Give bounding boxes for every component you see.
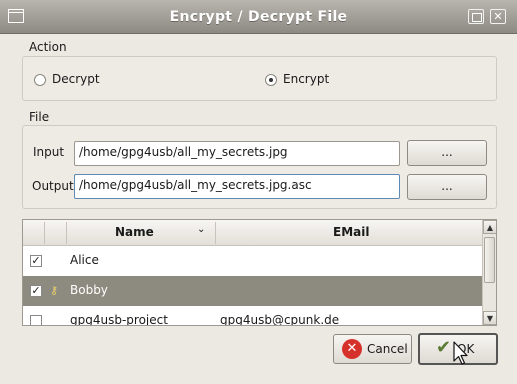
decrypt-label[interactable]: Decrypt bbox=[52, 72, 100, 86]
encrypt-radio[interactable] bbox=[265, 74, 277, 86]
scroll-down-icon[interactable]: ▼ bbox=[483, 311, 496, 325]
close-icon[interactable]: ✕ bbox=[490, 9, 506, 24]
output-label: Output bbox=[32, 179, 74, 193]
column-header-email[interactable]: EMail bbox=[333, 225, 369, 239]
cancel-icon: ✕ bbox=[342, 339, 362, 359]
action-legend: Action bbox=[27, 40, 69, 54]
scroll-up-icon[interactable]: ▲ bbox=[483, 220, 496, 234]
scroll-thumb[interactable] bbox=[484, 237, 495, 283]
key-checkbox[interactable]: ✓ bbox=[30, 255, 42, 267]
file-legend: File bbox=[27, 110, 52, 124]
input-browse-button[interactable]: ... bbox=[407, 140, 487, 166]
key-list[interactable]: Name ⌄ EMail ✓ Alice ✓ ⚷ Bobby gpg4usb-p… bbox=[22, 219, 497, 326]
column-header-name[interactable]: Name bbox=[115, 225, 154, 239]
key-name: gpg4usb-project bbox=[70, 313, 168, 326]
key-row-gpg4usb-project[interactable]: gpg4usb-project gpg4usb@cpunk.de bbox=[23, 306, 482, 326]
ok-check-icon: ✔ bbox=[436, 337, 452, 358]
encrypt-label[interactable]: Encrypt bbox=[283, 72, 329, 86]
maximize-icon[interactable] bbox=[468, 9, 484, 24]
window-title: Encrypt / Decrypt File bbox=[169, 9, 348, 25]
key-name: Alice bbox=[70, 253, 99, 267]
key-checkbox[interactable] bbox=[30, 315, 42, 325]
key-name: Bobby bbox=[70, 283, 108, 297]
input-path-field[interactable]: /home/gpg4usb/all_my_secrets.jpg bbox=[74, 141, 400, 166]
key-email: gpg4usb@cpunk.de bbox=[220, 313, 340, 326]
key-row-bobby[interactable]: ✓ ⚷ Bobby bbox=[23, 276, 482, 306]
cancel-button[interactable]: ✕ Cancel bbox=[333, 334, 412, 364]
output-browse-button[interactable]: ... bbox=[407, 174, 487, 200]
mouse-cursor-icon bbox=[453, 341, 468, 365]
cancel-label: Cancel bbox=[367, 342, 408, 356]
sort-chevron-icon[interactable]: ⌄ bbox=[197, 224, 205, 235]
key-list-header: Name ⌄ EMail bbox=[23, 220, 482, 246]
key-icon: ⚷ bbox=[50, 284, 59, 297]
key-checkbox[interactable]: ✓ bbox=[30, 285, 42, 297]
vertical-scrollbar[interactable]: ▲ ▼ bbox=[482, 220, 496, 325]
output-path-field[interactable]: /home/gpg4usb/all_my_secrets.jpg.asc bbox=[74, 174, 400, 199]
input-label: Input bbox=[33, 145, 65, 159]
key-row-alice[interactable]: ✓ Alice bbox=[23, 246, 482, 276]
title-bar: Encrypt / Decrypt File ✕ bbox=[0, 0, 517, 34]
decrypt-radio[interactable] bbox=[34, 74, 46, 86]
